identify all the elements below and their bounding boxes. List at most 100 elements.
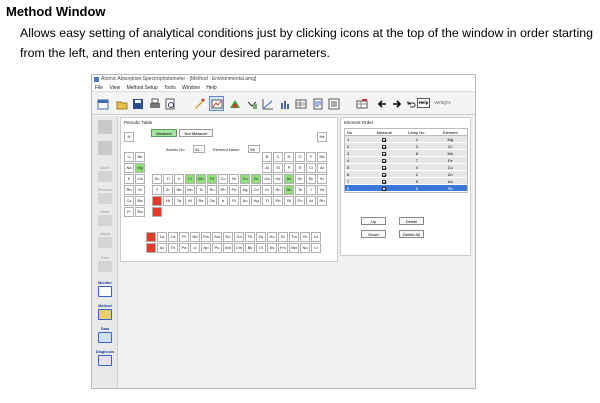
- menu-window[interactable]: Window: [182, 85, 200, 91]
- element-cell[interactable]: Cr: [185, 174, 195, 184]
- measure-checkbox[interactable]: [382, 144, 387, 149]
- element-cell[interactable]: Ba: [135, 196, 145, 206]
- table-row[interactable]: 1 1 Mg: [345, 136, 467, 143]
- measure-checkbox[interactable]: [382, 179, 387, 184]
- actinide-cell[interactable]: Es: [267, 243, 277, 253]
- element-cell[interactable]: H: [124, 132, 134, 142]
- element-cell[interactable]: B: [262, 152, 272, 162]
- element-cell[interactable]: C: [273, 152, 283, 162]
- element-cell[interactable]: Ra: [135, 207, 145, 217]
- element-cell[interactable]: O: [295, 152, 305, 162]
- table-row[interactable]: 2 3 Cr: [345, 143, 467, 150]
- actinide-cell[interactable]: [146, 243, 156, 253]
- measure-checkbox[interactable]: [382, 186, 387, 191]
- actinide-cell[interactable]: Lr: [311, 243, 321, 253]
- element-cell[interactable]: Pt: [229, 196, 239, 206]
- element-cell[interactable]: Rh: [218, 185, 228, 195]
- table-row[interactable]: 8 6 Sb: [345, 185, 467, 192]
- element-cell[interactable]: Se: [295, 174, 305, 184]
- element-cell[interactable]: Pd: [229, 185, 239, 195]
- lanthanide-cell[interactable]: Yb: [300, 232, 310, 242]
- report-icon[interactable]: [310, 96, 325, 111]
- actinide-cell[interactable]: Cf: [256, 243, 266, 253]
- lanthanide-cell[interactable]: Tb: [245, 232, 255, 242]
- actinide-cell[interactable]: Bk: [245, 243, 255, 253]
- element-cell[interactable]: Ir: [218, 196, 228, 206]
- actinide-cell[interactable]: Np: [201, 243, 211, 253]
- lanthanide-cell[interactable]: Er: [278, 232, 288, 242]
- element-cell[interactable]: Xe: [317, 185, 327, 195]
- element-cell[interactable]: W: [185, 196, 195, 206]
- open-folder-icon[interactable]: [114, 96, 129, 111]
- table-row[interactable]: 3 8 Mn: [345, 150, 467, 157]
- lanthanide-cell[interactable]: Pr: [179, 232, 189, 242]
- actinide-cell[interactable]: Fm: [278, 243, 288, 253]
- print-icon[interactable]: [147, 96, 162, 111]
- not-measure-button[interactable]: Not Measure: [179, 129, 213, 137]
- menu-file[interactable]: File: [95, 85, 103, 91]
- element-cell[interactable]: Mn: [196, 174, 206, 184]
- new-method-icon[interactable]: [95, 96, 110, 111]
- element-cell[interactable]: Ar: [317, 163, 327, 173]
- element-cell[interactable]: Te: [295, 185, 305, 195]
- table-row[interactable]: 4 7 Fe: [345, 157, 467, 164]
- element-cell[interactable]: He: [317, 132, 327, 142]
- element-cell[interactable]: Ru: [207, 185, 217, 195]
- lanthanide-cell[interactable]: La: [157, 232, 167, 242]
- optics-icon[interactable]: [227, 96, 242, 111]
- actinide-cell[interactable]: U: [190, 243, 200, 253]
- lanthanide-cell[interactable]: Dy: [256, 232, 266, 242]
- actinide-cell[interactable]: Pa: [179, 243, 189, 253]
- menu-method-setup[interactable]: Method Setup: [127, 85, 158, 91]
- element-cell[interactable]: Sr: [135, 185, 145, 195]
- menu-help[interactable]: Help: [206, 85, 216, 91]
- save-icon[interactable]: [130, 96, 145, 111]
- sequence-icon[interactable]: [326, 96, 341, 111]
- sidebar-item-exec[interactable]: Exec: [94, 256, 116, 272]
- element-cell[interactable]: Bi: [284, 196, 294, 206]
- element-cell[interactable]: Zr: [163, 185, 173, 195]
- previous-arrow-icon[interactable]: [374, 96, 389, 111]
- measure-checkbox[interactable]: [382, 137, 387, 142]
- measure-checkbox[interactable]: [382, 158, 387, 163]
- element-cell[interactable]: I: [306, 185, 316, 195]
- element-cell[interactable]: Hf: [163, 196, 173, 206]
- print-preview-icon[interactable]: [162, 96, 177, 111]
- table-grid-icon[interactable]: [354, 96, 369, 111]
- element-cell[interactable]: Br: [306, 174, 316, 184]
- element-cell[interactable]: Pb: [273, 196, 283, 206]
- element-selection-icon[interactable]: [209, 96, 224, 111]
- element-cell[interactable]: K: [124, 174, 134, 184]
- element-cell[interactable]: [152, 207, 162, 217]
- element-cell[interactable]: N: [284, 152, 294, 162]
- lanthanide-cell[interactable]: Ce: [168, 232, 178, 242]
- element-cell[interactable]: Sb: [284, 185, 294, 195]
- actinide-cell[interactable]: Am: [223, 243, 233, 253]
- element-cell[interactable]: S: [295, 163, 305, 173]
- element-cell[interactable]: Mg: [135, 163, 145, 173]
- element-cell[interactable]: Re: [196, 196, 206, 206]
- actinide-cell[interactable]: Th: [168, 243, 178, 253]
- element-name-field[interactable]: Sb: [248, 145, 260, 153]
- element-cell[interactable]: Li: [124, 152, 134, 162]
- element-cell[interactable]: Si: [273, 163, 283, 173]
- actinide-cell[interactable]: Cm: [234, 243, 244, 253]
- element-cell[interactable]: Tc: [196, 185, 206, 195]
- lanthanide-cell[interactable]: Sm: [212, 232, 222, 242]
- element-cell[interactable]: Cl: [306, 163, 316, 173]
- element-cell[interactable]: As: [284, 174, 294, 184]
- measure-checkbox[interactable]: [382, 172, 387, 177]
- element-cell[interactable]: Ga: [262, 174, 272, 184]
- element-cell[interactable]: In: [262, 185, 272, 195]
- next-arrow-icon[interactable]: [389, 96, 404, 111]
- bar-chart-icon[interactable]: [277, 96, 292, 111]
- measure-checkbox[interactable]: [382, 165, 387, 170]
- element-cell[interactable]: Fe: [207, 174, 217, 184]
- actinide-cell[interactable]: Pu: [212, 243, 222, 253]
- element-cell[interactable]: Nb: [174, 185, 184, 195]
- element-cell[interactable]: Be: [135, 152, 145, 162]
- instrument-icon[interactable]: [244, 96, 259, 111]
- sidebar-item-instrument[interactable]: [94, 141, 116, 155]
- element-cell[interactable]: Ta: [174, 196, 184, 206]
- sidebar-item-wash[interactable]: Wash: [94, 210, 116, 226]
